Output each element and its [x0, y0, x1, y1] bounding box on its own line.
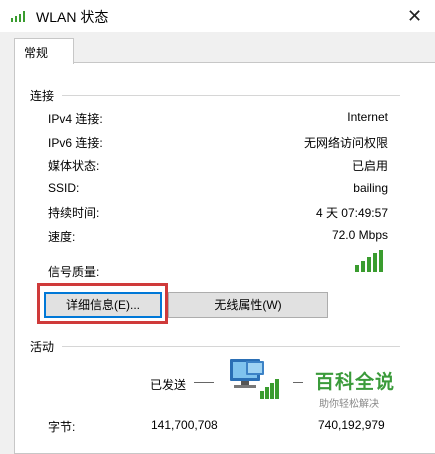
wireless-properties-button[interactable]: 无线属性(W)	[168, 292, 328, 318]
network-computer-icon	[230, 359, 279, 399]
signal-quality-label: 信号质量:	[48, 265, 100, 279]
connection-divider	[62, 95, 400, 96]
bytes-label: 字节:	[48, 420, 76, 434]
info-row-ipv6: IPv6 连接: 无网络访问权限	[48, 134, 388, 158]
ipv6-value: 无网络访问权限	[303, 135, 388, 150]
info-row-speed: 速度: 72.0 Mbps	[48, 228, 388, 252]
ssid-label: SSID:	[48, 180, 80, 195]
ipv4-label: IPv4 连接:	[48, 112, 103, 126]
sent-dash	[194, 382, 214, 383]
ipv6-label: IPv6 连接:	[48, 135, 103, 150]
bytes-sent-value: 141,700,708	[151, 418, 218, 432]
duration-value: 4 天 07:49:57	[315, 206, 388, 220]
window-title: WLAN 状态	[36, 9, 109, 25]
watermark-title: 百科全说	[315, 372, 396, 393]
wifi-signal-icon	[11, 11, 25, 22]
tab-general[interactable]: 常规	[14, 38, 74, 64]
info-row-signal-quality: 信号质量:	[48, 251, 388, 279]
close-icon: ✕	[406, 6, 423, 26]
media-state-value: 已启用	[351, 159, 388, 173]
activity-section-label: 活动	[30, 340, 55, 354]
info-row-ssid: SSID: bailing	[48, 181, 388, 205]
ssid-value: bailing	[353, 180, 388, 195]
ipv4-value: Internet	[347, 110, 388, 124]
speed-label: 速度:	[48, 229, 76, 244]
info-row-media-state: 媒体状态: 已启用	[48, 157, 388, 181]
title-bar: WLAN 状态 ✕	[0, 0, 435, 32]
watermark: 百科全说 助你轻松解决	[315, 367, 395, 410]
info-row-ipv4: IPv4 连接: Internet	[48, 110, 388, 134]
activity-divider	[62, 346, 400, 347]
media-state-label: 媒体状态:	[48, 159, 100, 173]
details-button[interactable]: 详细信息(E)...	[44, 292, 162, 318]
close-button[interactable]: ✕	[394, 0, 435, 32]
signal-bars-icon	[355, 250, 383, 272]
received-dash	[293, 382, 303, 383]
bytes-received-value: 740,192,979	[318, 418, 385, 432]
speed-value: 72.0 Mbps	[331, 227, 388, 242]
watermark-subtitle: 助你轻松解决	[319, 399, 379, 410]
tab-label: 常规	[24, 46, 49, 60]
connection-info: IPv4 连接: Internet IPv6 连接: 无网络访问权限 媒体状态:…	[48, 110, 388, 279]
sent-label: 已发送	[150, 378, 187, 392]
duration-label: 持续时间:	[48, 206, 100, 220]
connection-section-label: 连接	[30, 89, 55, 103]
info-row-duration: 持续时间: 4 天 07:49:57	[48, 204, 388, 228]
